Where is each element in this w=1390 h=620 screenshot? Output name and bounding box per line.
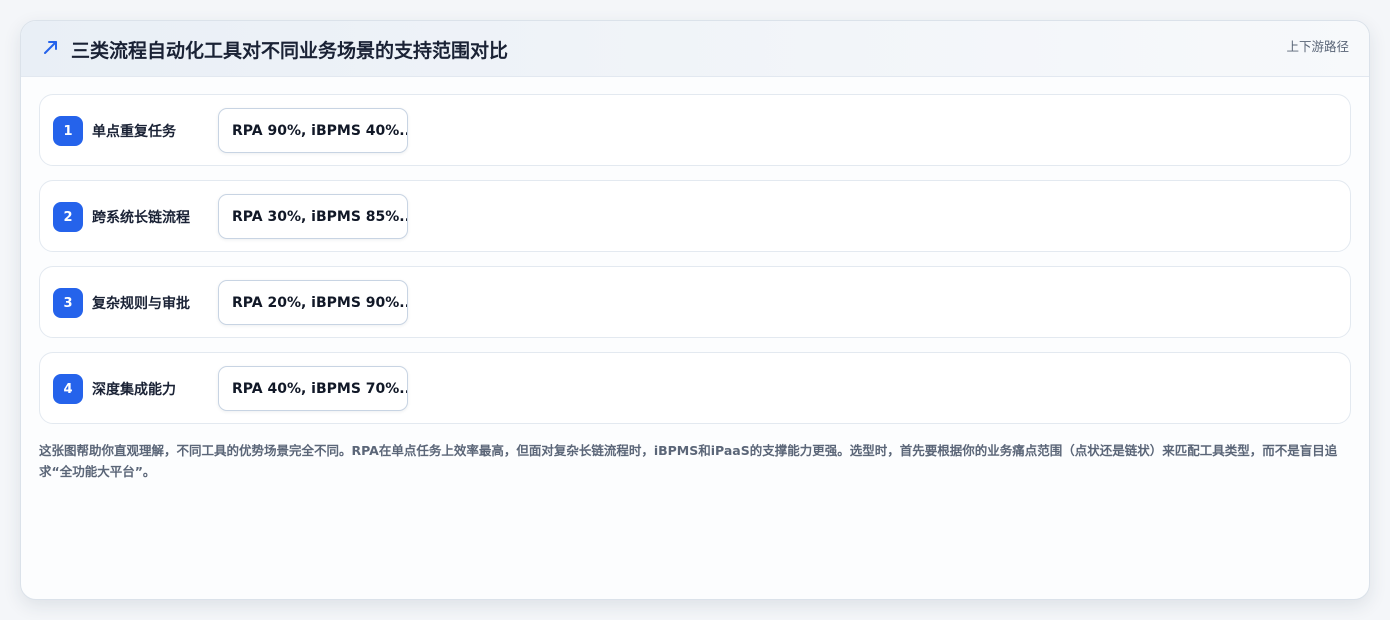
row-index-badge: 4 [53,374,83,404]
scenario-label: 复杂规则与审批 [92,296,190,312]
trend-arrow-icon [44,41,57,54]
scenario-row: 2 跨系统长链流程 RPA 30%, iBPMS 85%... [39,180,1351,252]
upstream-downstream-link[interactable]: 上下游路径 [1286,36,1349,55]
page-title: 三类流程自动化工具对不同业务场景的支持范围对比 [71,40,509,62]
scenario-list: 1 单点重复任务 RPA 90%, iBPMS 40%... 2 跨系统长链流程… [39,94,1351,438]
support-value-pill[interactable]: RPA 40%, iBPMS 70%... [218,366,408,411]
card-header: 三类流程自动化工具对不同业务场景的支持范围对比 上下游路径 [21,21,1369,77]
scenario-row: 1 单点重复任务 RPA 90%, iBPMS 40%... [39,94,1351,166]
row-index-badge: 1 [53,116,83,146]
row-index-badge: 2 [53,202,83,232]
scenario-label: 单点重复任务 [92,124,176,140]
scenario-row: 4 深度集成能力 RPA 40%, iBPMS 70%... [39,352,1351,424]
comparison-card: 三类流程自动化工具对不同业务场景的支持范围对比 上下游路径 1 单点重复任务 R… [20,20,1370,600]
row-index-badge: 3 [53,288,83,318]
support-value-pill[interactable]: RPA 30%, iBPMS 85%... [218,194,408,239]
support-value-pill[interactable]: RPA 20%, iBPMS 90%... [218,280,408,325]
scenario-row: 3 复杂规则与审批 RPA 20%, iBPMS 90%... [39,266,1351,338]
scenario-label: 跨系统长链流程 [92,210,190,226]
explanation-note: 这张图帮助你直观理解，不同工具的优势场景完全不同。RPA在单点任务上效率最高，但… [39,443,1338,479]
support-value-pill[interactable]: RPA 90%, iBPMS 40%... [218,108,408,153]
scenario-label: 深度集成能力 [92,382,176,398]
